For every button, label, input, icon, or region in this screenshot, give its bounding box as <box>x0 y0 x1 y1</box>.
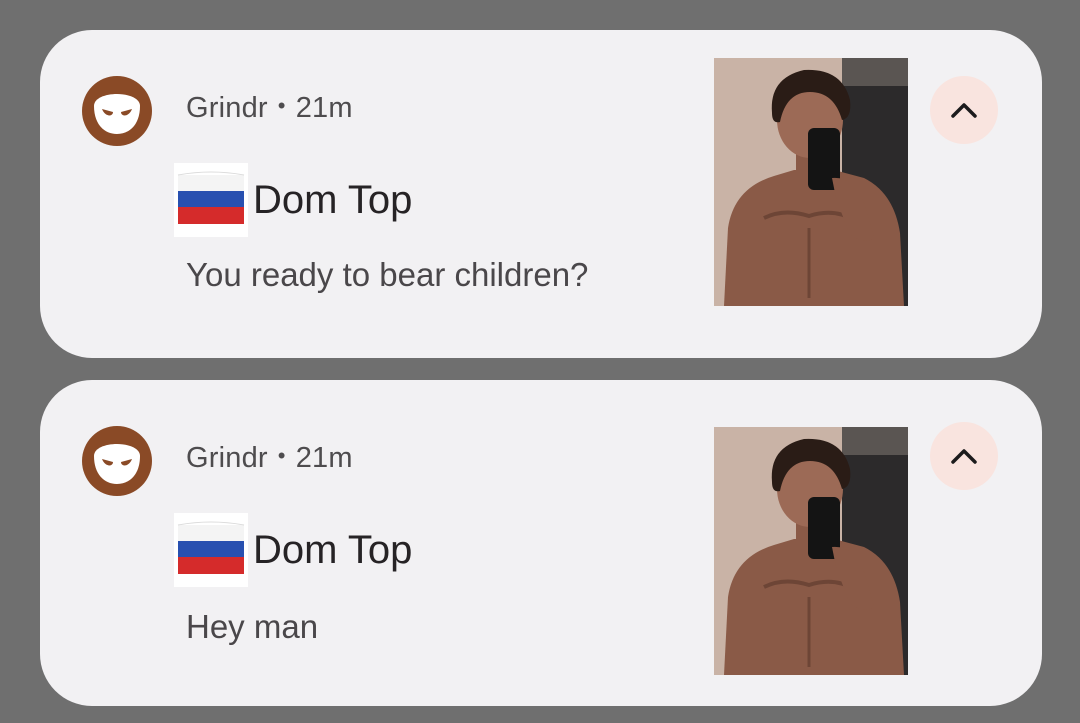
expand-button[interactable] <box>930 422 998 490</box>
russia-flag-icon <box>174 163 248 237</box>
notification-card[interactable]: Grindr • 21m Dom Top Hey man <box>40 380 1042 706</box>
sender-name: Dom Top <box>253 528 413 572</box>
sender-name: Dom Top <box>253 178 413 222</box>
notification-time: 21m <box>295 92 353 124</box>
expand-button[interactable] <box>930 76 998 144</box>
separator-dot: • <box>277 93 286 118</box>
notification-time: 21m <box>295 442 353 474</box>
profile-photo <box>714 427 908 675</box>
app-name: Grindr <box>186 442 268 474</box>
message-text: You ready to bear children? <box>186 256 589 293</box>
notification-header: Grindr • 21m <box>186 92 353 125</box>
profile-photo <box>714 58 908 306</box>
chevron-up-icon <box>951 449 977 464</box>
grindr-mask-icon <box>82 426 152 496</box>
message-text: Hey man <box>186 608 319 645</box>
notification-card[interactable]: Grindr • 21m Dom Top You ready to bear chi… <box>40 30 1042 358</box>
notification-header: Grindr • 21m <box>186 442 353 475</box>
separator-dot: • <box>277 443 286 468</box>
app-name: Grindr <box>186 92 268 124</box>
russia-flag-icon <box>174 513 248 587</box>
chevron-up-icon <box>951 103 977 118</box>
grindr-mask-icon <box>82 76 152 146</box>
